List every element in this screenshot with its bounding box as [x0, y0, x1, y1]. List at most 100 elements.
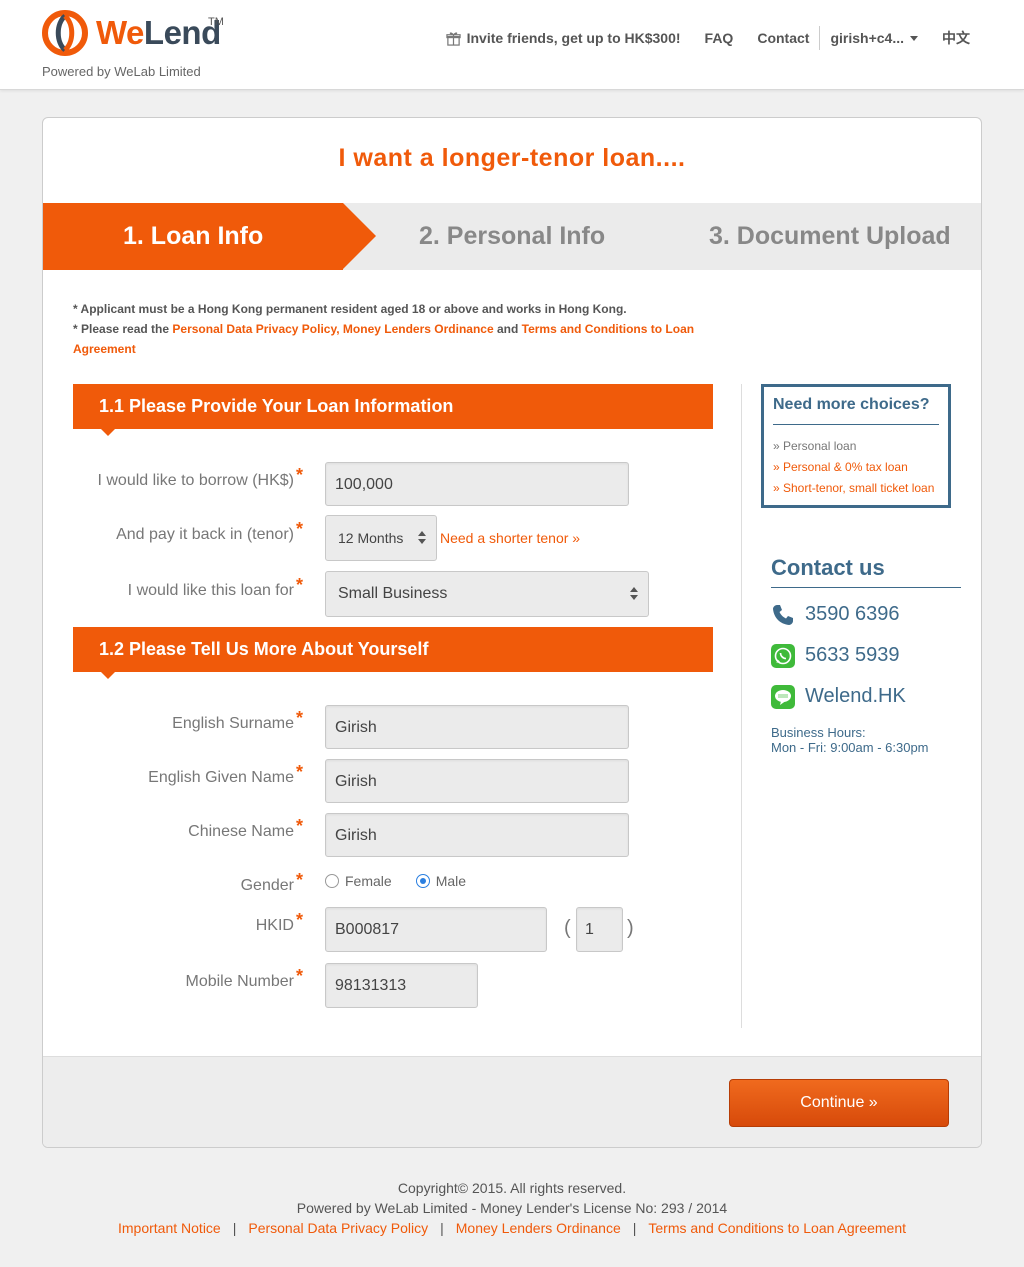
business-hours: Business Hours: Mon - Fri: 9:00am - 6:30… — [771, 725, 961, 755]
logo-trademark: TM — [208, 16, 224, 28]
contact-whatsapp[interactable]: 5633 5939 — [771, 641, 961, 670]
step-loan-info: 1. Loan Info — [123, 222, 264, 250]
required-mark: * — [295, 910, 303, 930]
contact-line[interactable]: Welend.HK — [771, 682, 961, 711]
chinese-name-label: Chinese Name * — [188, 816, 303, 841]
required-mark: * — [295, 465, 303, 485]
applicant-notes: * Applicant must be a Hong Kong permanen… — [73, 299, 703, 359]
section-about-you-title: 1.2 Please Tell Us More About Yourself — [99, 639, 429, 659]
mobile-number-input[interactable]: 98131313 — [325, 963, 478, 1008]
borrow-amount-input[interactable]: 100,000 — [325, 462, 629, 506]
hkid-paren-open: ( — [564, 917, 571, 939]
surname-label: English Surname * — [172, 708, 303, 733]
footer-link-important-notice[interactable]: Important Notice — [118, 1220, 221, 1236]
footer-link-privacy-policy[interactable]: Personal Data Privacy Policy — [248, 1220, 428, 1236]
female-radio[interactable] — [325, 874, 339, 888]
hkid-label: HKID * — [255, 910, 303, 935]
section-loan-info-header: 1.1 Please Provide Your Loan Information — [73, 384, 713, 436]
line-app-icon — [771, 684, 795, 709]
footer-separator: | — [440, 1220, 444, 1236]
gender-radio-group: Female Male — [325, 873, 490, 889]
invite-friends-label: Invite friends, get up to HK$300! — [466, 30, 681, 46]
user-menu[interactable]: girish+c4... — [830, 30, 918, 46]
more-choices-title: Need more choices? — [773, 396, 939, 425]
male-label: Male — [435, 873, 467, 889]
more-choices-box: Need more choices? » Personal loan » Per… — [761, 384, 951, 508]
nav-faq[interactable]: FAQ — [705, 30, 734, 46]
choice-short-tenor-loan[interactable]: » Short-tenor, small ticket loan — [773, 478, 939, 499]
card-footer: Continue » — [43, 1056, 981, 1147]
continue-button[interactable]: Continue » — [729, 1079, 949, 1127]
note-prefix: * Please read the — [73, 322, 173, 336]
hkid-paren-close: ) — [627, 917, 634, 939]
footer-separator: | — [232, 1220, 237, 1236]
section-pointer — [101, 429, 115, 436]
mobile-label: Mobile Number * — [185, 966, 304, 991]
hkid-input[interactable]: B000817 — [325, 907, 547, 952]
top-nav: Invite friends, get up to HK$300! FAQ Co… — [422, 26, 970, 50]
note-and: and — [493, 322, 522, 336]
copyright-text: Copyright© 2015. All rights reserved. — [397, 1180, 627, 1196]
page-title: I want a longer-tenor loan.... — [338, 144, 686, 172]
privacy-policy-link[interactable]: Personal Data Privacy Policy, Money Lend… — [172, 322, 493, 336]
gender-male-option[interactable]: Male — [415, 873, 467, 889]
top-header: WeLend TM Powered by WeLab Limited Invit… — [0, 0, 1024, 90]
select-arrows-icon — [630, 587, 638, 601]
contact-us-title: Contact us — [771, 555, 961, 588]
hkid-label-text: HKID — [255, 917, 294, 934]
english-given-name-input[interactable]: Girish — [325, 759, 629, 803]
welend-logo-icon — [42, 10, 88, 56]
nav-contact[interactable]: Contact — [757, 30, 809, 46]
section-pointer — [101, 672, 115, 679]
logo-powered-by: Powered by WeLab Limited — [42, 64, 201, 79]
business-hours-label: Business Hours: — [771, 725, 866, 740]
license-text: Powered by WeLab Limited - Money Lender'… — [296, 1200, 728, 1216]
purpose-label: I would like this loan for * — [127, 575, 303, 600]
borrow-label-text: I would like to borrow (HK$) — [97, 472, 294, 489]
required-mark: * — [295, 762, 303, 782]
footer-separator: | — [632, 1220, 637, 1236]
chinese-name-label-text: Chinese Name — [188, 823, 294, 840]
nav-divider — [819, 26, 821, 50]
purpose-label-text: I would like this loan for — [127, 582, 294, 599]
section-loan-info-title: 1.1 Please Provide Your Loan Information — [99, 396, 454, 416]
loan-purpose-select[interactable]: Small Business — [325, 571, 649, 617]
gender-female-option[interactable]: Female — [325, 873, 392, 889]
step-progress: 1. Loan Info 2. Personal Info 3. Documen… — [43, 203, 981, 270]
tenor-select-value: 12 Months — [338, 530, 404, 546]
user-name: girish+c4... — [830, 30, 904, 46]
step-active-arrow — [343, 203, 376, 269]
required-mark: * — [295, 519, 303, 539]
invite-friends-link[interactable]: Invite friends, get up to HK$300! — [445, 30, 681, 46]
tenor-select[interactable]: 12 Months — [325, 515, 437, 561]
shorter-tenor-link[interactable]: Need a shorter tenor » — [440, 530, 580, 546]
step-document-upload: 3. Document Upload — [709, 222, 951, 250]
phone-number: 3590 6396 — [805, 603, 900, 625]
borrow-label: I would like to borrow (HK$) * — [97, 465, 303, 490]
whatsapp-number: 5633 5939 — [805, 644, 900, 666]
contact-phone[interactable]: 3590 6396 — [771, 600, 961, 629]
step-personal-info: 2. Personal Info — [419, 222, 606, 250]
required-mark: * — [295, 966, 303, 986]
hkid-check-digit-input[interactable]: 1 — [576, 907, 623, 952]
page-footer: Copyright© 2015. All rights reserved. Po… — [0, 1178, 1024, 1238]
loan-purpose-value: Small Business — [338, 585, 448, 602]
required-mark: * — [295, 816, 303, 836]
male-radio[interactable] — [415, 874, 430, 888]
footer-link-terms[interactable]: Terms and Conditions to Loan Agreement — [648, 1220, 906, 1236]
mobile-label-text: Mobile Number — [185, 973, 294, 990]
contact-us-panel: Contact us 3590 6396 5633 5939 Welend.HK… — [771, 555, 961, 755]
chinese-name-input[interactable]: Girish — [325, 813, 629, 857]
gift-icon — [445, 31, 461, 46]
required-mark: * — [295, 575, 303, 595]
choice-tax-loan[interactable]: » Personal & 0% tax loan — [773, 457, 939, 478]
application-card: I want a longer-tenor loan.... 1. Loan I… — [42, 117, 982, 1148]
language-switch[interactable]: 中文 — [942, 28, 970, 48]
required-mark: * — [295, 870, 303, 890]
welend-logo[interactable]: WeLend TM Powered by WeLab Limited — [42, 8, 232, 84]
footer-link-money-lenders-ordinance[interactable]: Money Lenders Ordinance — [456, 1220, 621, 1236]
logo-we: We — [96, 14, 144, 51]
chevron-down-icon — [910, 35, 918, 41]
choice-personal-loan[interactable]: » Personal loan — [773, 436, 939, 457]
english-surname-input[interactable]: Girish — [325, 705, 629, 749]
